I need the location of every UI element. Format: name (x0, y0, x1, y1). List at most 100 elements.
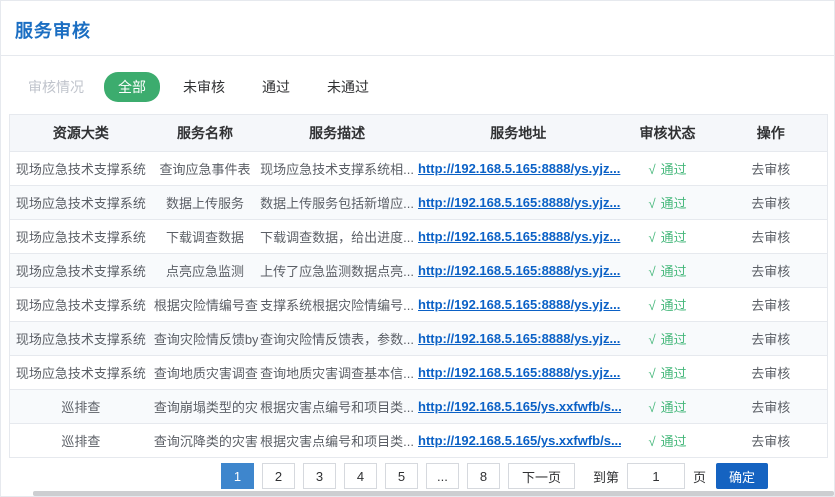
cell-audit-status: √通过 (621, 186, 715, 220)
cell-description: 查询灾险情反馈表，参数... (258, 322, 416, 356)
cell-service-url: http://192.168.5.165/ys.xxfwfb/s... (416, 390, 621, 424)
cell-audit-status: √通过 (621, 220, 715, 254)
page-number-button[interactable]: 5 (385, 463, 418, 489)
table-row: 巡排查查询沉降类的灾害点...根据灾害点编号和项目类...http://192.… (10, 424, 828, 458)
column-header: 资源大类 (10, 115, 152, 152)
cell-service-name: 查询沉降类的灾害点... (152, 424, 258, 458)
page-ellipsis-button[interactable]: ... (426, 463, 459, 489)
column-header: 审核状态 (621, 115, 715, 152)
check-icon: √ (648, 434, 655, 449)
cell-service-url: http://192.168.5.165:8888/ys.yjz... (416, 288, 621, 322)
goto-page-input[interactable] (627, 463, 685, 489)
filter-tab-all[interactable]: 全部 (104, 72, 160, 102)
cell-audit-status: √通过 (621, 322, 715, 356)
audit-table: 资源大类服务名称服务描述服务地址审核状态操作 现场应急技术支撑系统查询应急事件表… (9, 114, 828, 458)
cell-service-url: http://192.168.5.165:8888/ys.yjz... (416, 322, 621, 356)
service-url-link[interactable]: http://192.168.5.165:8888/ys.yjz... (418, 229, 620, 244)
column-header: 服务名称 (152, 115, 258, 152)
status-text: 通过 (661, 196, 687, 211)
page-number-button[interactable]: 2 (262, 463, 295, 489)
table-row: 现场应急技术支撑系统查询地质灾害调查基...查询地质灾害调查基本信...http… (10, 356, 828, 390)
status-badge: √通过 (648, 332, 686, 347)
go-audit-link[interactable]: 去审核 (751, 400, 790, 415)
goto-page-prefix: 到第 (593, 467, 619, 486)
service-url-link[interactable]: http://192.168.5.165/ys.xxfwfb/s... (418, 433, 621, 448)
cell-category: 巡排查 (10, 390, 152, 424)
horizontal-scrollbar[interactable] (33, 491, 834, 496)
go-audit-link[interactable]: 去审核 (751, 332, 790, 347)
filter-label: 审核情况 (28, 77, 84, 97)
check-icon: √ (648, 264, 655, 279)
status-text: 通过 (661, 434, 687, 449)
go-audit-link[interactable]: 去审核 (751, 366, 790, 381)
status-badge: √ 通过 (648, 434, 686, 449)
cell-description: 支撑系统根据灾险情编号... (258, 288, 416, 322)
status-text: 通过 (661, 264, 687, 279)
cell-service-url: http://192.168.5.165/ys.xxfwfb/s... (416, 424, 621, 458)
service-url-link[interactable]: http://192.168.5.165:8888/ys.yjz... (418, 365, 620, 380)
title-bar: 服务审核 (1, 1, 834, 56)
cell-action: 去审核 (715, 322, 828, 356)
column-header: 操作 (715, 115, 828, 152)
next-page-button[interactable]: 下一页 (508, 463, 575, 489)
goto-page-suffix: 页 (693, 467, 706, 486)
cell-category: 现场应急技术支撑系统 (10, 288, 152, 322)
cell-description: 根据灾害点编号和项目类... (258, 424, 416, 458)
table-row: 现场应急技术支撑系统查询灾险情反馈byZ...查询灾险情反馈表，参数...htt… (10, 322, 828, 356)
cell-category: 现场应急技术支撑系统 (10, 254, 152, 288)
filter-tab-2[interactable]: 通过 (248, 72, 304, 102)
cell-service-url: http://192.168.5.165:8888/ys.yjz... (416, 220, 621, 254)
go-audit-link[interactable]: 去审核 (751, 162, 790, 177)
filter-tab-1[interactable]: 未审核 (169, 72, 239, 102)
cell-action: 去审核 (715, 424, 828, 458)
go-audit-link[interactable]: 去审核 (751, 264, 790, 279)
cell-audit-status: √通过 (621, 288, 715, 322)
cell-action: 去审核 (715, 288, 828, 322)
service-url-link[interactable]: http://192.168.5.165:8888/ys.yjz... (418, 195, 620, 210)
cell-action: 去审核 (715, 220, 828, 254)
page-number-button[interactable]: 3 (303, 463, 336, 489)
cell-category: 现场应急技术支撑系统 (10, 186, 152, 220)
status-badge: √ 通过 (648, 264, 686, 279)
table-row: 现场应急技术支撑系统根据灾险情编号查询...支撑系统根据灾险情编号...http… (10, 288, 828, 322)
service-url-link[interactable]: http://192.168.5.165:8888/ys.yjz... (418, 331, 620, 346)
status-text: 通过 (661, 162, 687, 177)
status-text: 通过 (661, 230, 687, 245)
filter-tab-3[interactable]: 未通过 (313, 72, 383, 102)
service-url-link[interactable]: http://192.168.5.165:8888/ys.yjz... (418, 161, 620, 176)
check-icon: √ (648, 400, 655, 415)
cell-service-name: 根据灾险情编号查询... (152, 288, 258, 322)
cell-service-url: http://192.168.5.165:8888/ys.yjz... (416, 254, 621, 288)
go-audit-link[interactable]: 去审核 (751, 196, 790, 211)
go-audit-link[interactable]: 去审核 (751, 434, 790, 449)
cell-service-url: http://192.168.5.165:8888/ys.yjz... (416, 152, 621, 186)
service-url-link[interactable]: http://192.168.5.165/ys.xxfwfb/s... (418, 399, 621, 414)
cell-action: 去审核 (715, 152, 828, 186)
cell-description: 下载调查数据，给出进度... (258, 220, 416, 254)
column-header: 服务描述 (258, 115, 416, 152)
service-url-link[interactable]: http://192.168.5.165:8888/ys.yjz... (418, 263, 620, 278)
page-number-button[interactable]: 8 (467, 463, 500, 489)
table-row: 现场应急技术支撑系统数据上传服务数据上传服务包括新增应...http://192… (10, 186, 828, 220)
filter-tabs: 全部未审核通过未通过 (104, 72, 383, 102)
confirm-page-button[interactable]: 确定 (716, 463, 768, 489)
status-text: 通过 (661, 332, 687, 347)
page-number-button[interactable]: 1 (221, 463, 254, 489)
go-audit-link[interactable]: 去审核 (751, 298, 790, 313)
status-badge: √通过 (648, 230, 686, 245)
page-number-button[interactable]: 4 (344, 463, 377, 489)
cell-service-name: 查询应急事件表 (152, 152, 258, 186)
status-text: 通过 (661, 366, 687, 381)
service-url-link[interactable]: http://192.168.5.165:8888/ys.yjz... (418, 297, 620, 312)
status-badge: √ 通过 (648, 400, 686, 415)
status-text: 通过 (661, 400, 687, 415)
table-row: 现场应急技术支撑系统下载调查数据下载调查数据，给出进度...http://192… (10, 220, 828, 254)
cell-action: 去审核 (715, 356, 828, 390)
page-title: 服务审核 (15, 21, 91, 41)
column-header: 服务地址 (416, 115, 621, 152)
status-badge: √通过 (648, 366, 686, 381)
go-audit-link[interactable]: 去审核 (751, 230, 790, 245)
table-header-row: 资源大类服务名称服务描述服务地址审核状态操作 (10, 115, 828, 152)
status-badge: √通过 (648, 162, 686, 177)
cell-category: 现场应急技术支撑系统 (10, 356, 152, 390)
